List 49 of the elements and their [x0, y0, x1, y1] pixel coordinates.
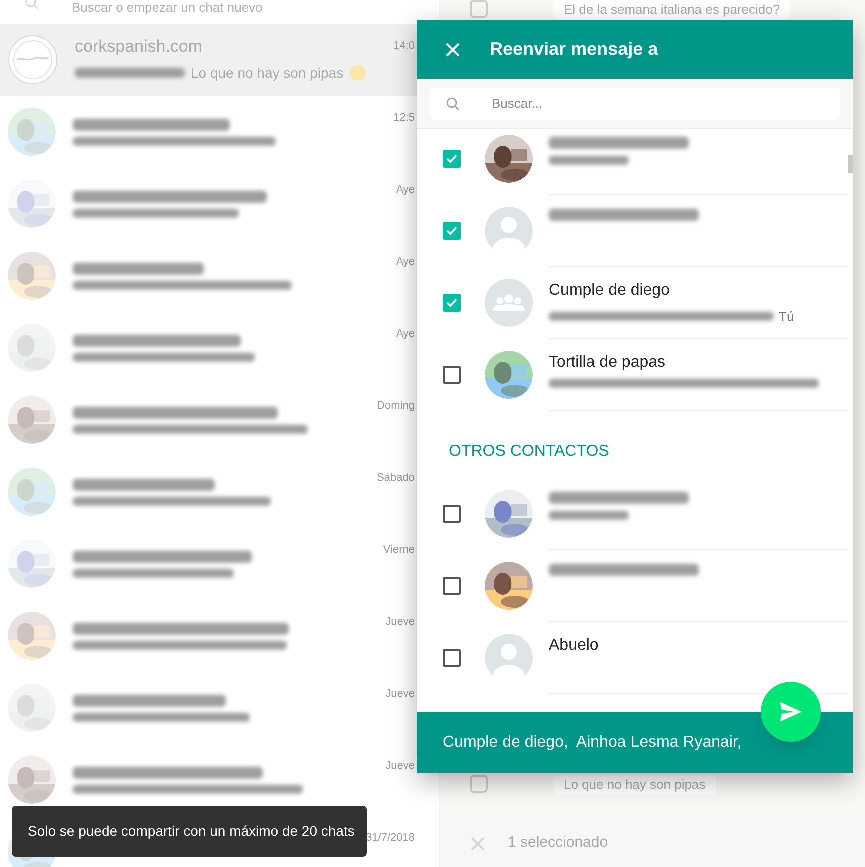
- chat-list-item[interactable]: corkspanish.com Lo que no hay son pipas 14:0: [0, 24, 417, 96]
- avatar-icon: [485, 207, 533, 255]
- message-bubble: Lo que no hay son pipas: [554, 775, 716, 795]
- checkbox[interactable]: [443, 577, 461, 595]
- dialog-title: Reenviar mensaje a: [490, 38, 658, 61]
- chat-time: Aye: [396, 255, 415, 270]
- chat-name: corkspanish.com: [75, 36, 204, 56]
- chat-time: Doming: [377, 399, 415, 414]
- search-field[interactable]: Buscar...: [430, 88, 840, 120]
- contact-list-item[interactable]: Cumple de diego Tú: [417, 267, 848, 339]
- check-icon: [446, 226, 458, 236]
- scrollbar-thumb[interactable]: [848, 155, 853, 173]
- check-icon: [446, 154, 458, 164]
- contact-subtitle: Tú: [779, 308, 794, 326]
- contact-name: Tortilla de papas: [549, 353, 667, 372]
- section-header: OTROS CONTACTOS: [448, 442, 610, 462]
- chat-time: 14:0: [394, 39, 415, 54]
- send-icon: [779, 701, 803, 723]
- search-icon: [446, 96, 460, 110]
- group-avatar-icon: [485, 279, 533, 327]
- chat-time: Jueve: [386, 759, 415, 774]
- checkbox[interactable]: [443, 294, 461, 312]
- chat-time: Vierne: [383, 543, 415, 558]
- checkbox[interactable]: [443, 649, 461, 667]
- emoji-icon: [350, 65, 366, 81]
- search-field[interactable]: Buscar o empezar un chat nuevo: [72, 0, 263, 15]
- selected-contacts: Cumple de diego, Ainhoa Lesma Ryanair,: [443, 732, 742, 752]
- contact-list-item[interactable]: Tortilla de papas: [417, 339, 848, 411]
- checkbox[interactable]: [443, 366, 461, 384]
- search-icon: [25, 0, 39, 10]
- contact-name: Abuelo: [549, 636, 600, 655]
- chat-time: 12:5: [394, 111, 415, 126]
- message-bubble: El de la semana italiana es parecido?: [554, 0, 790, 20]
- avatar-icon: [485, 634, 533, 682]
- chat-time: Jueve: [386, 615, 415, 630]
- contact-name: Cumple de diego: [549, 281, 671, 300]
- chat-time: Jueve: [386, 687, 415, 702]
- checkbox[interactable]: [443, 222, 461, 240]
- chat-time: Aye: [396, 327, 415, 342]
- logo-avatar-icon: [8, 35, 58, 85]
- toast-message: Solo se puede compartir con un máximo de 20 chats: [28, 822, 355, 841]
- selection-count: 1 seleccionado: [508, 833, 608, 854]
- chat-time: Sábado: [377, 471, 415, 486]
- chat-time: 31/7/2018: [366, 831, 415, 846]
- checkbox[interactable]: [443, 505, 461, 523]
- chat-time: Aye: [396, 183, 415, 198]
- check-icon: [446, 298, 458, 308]
- message-preview: Lo que no hay son pipas: [191, 64, 344, 83]
- checkbox[interactable]: [443, 150, 461, 168]
